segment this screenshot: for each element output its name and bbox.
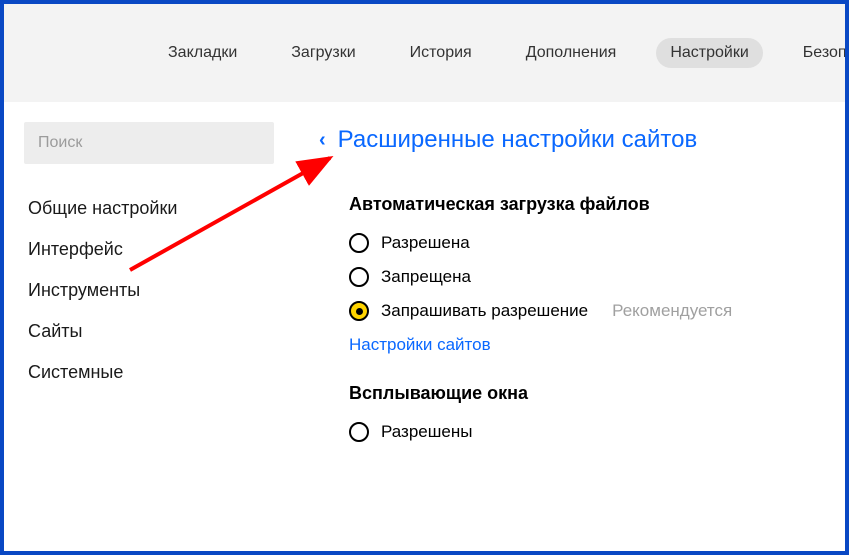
section-auto-download: Автоматическая загрузка файлов Разрешена… [349, 194, 815, 355]
sidebar-item-general[interactable]: Общие настройки [24, 188, 269, 229]
radio-blocked[interactable]: Запрещена [349, 267, 815, 287]
tab-security[interactable]: Безопасность [789, 38, 845, 68]
radio-popups-allowed[interactable]: Разрешены [349, 422, 815, 442]
radio-icon [349, 422, 369, 442]
hint-recommended: Рекомендуется [612, 301, 732, 321]
main-panel: ‹ Расширенные настройки сайтов Автоматич… [289, 102, 845, 551]
search-input[interactable] [24, 122, 274, 164]
sidebar-item-interface[interactable]: Интерфейс [24, 229, 269, 270]
radio-ask[interactable]: Запрашивать разрешение Рекомендуется [349, 301, 815, 321]
app-frame: Закладки Загрузки История Дополнения Нас… [0, 0, 849, 555]
page-title-row: ‹ Расширенные настройки сайтов [319, 126, 815, 154]
radio-icon [349, 267, 369, 287]
sidebar-item-sites[interactable]: Сайты [24, 311, 269, 352]
top-nav: Закладки Загрузки История Дополнения Нас… [4, 4, 845, 102]
section-title-auto-download: Автоматическая загрузка файлов [349, 194, 815, 215]
content-area: Общие настройки Интерфейс Инструменты Са… [4, 102, 845, 551]
radio-icon [349, 301, 369, 321]
section-title-popups: Всплывающие окна [349, 383, 815, 404]
radio-label-allowed: Разрешена [381, 233, 470, 253]
back-chevron-icon[interactable]: ‹ [319, 130, 326, 150]
sidebar-item-system[interactable]: Системные [24, 352, 269, 393]
sidebar-item-tools[interactable]: Инструменты [24, 270, 269, 311]
tab-settings[interactable]: Настройки [656, 38, 762, 68]
radio-label-blocked: Запрещена [381, 267, 471, 287]
sidebar: Общие настройки Интерфейс Инструменты Са… [4, 102, 289, 551]
tab-history[interactable]: История [396, 38, 486, 68]
radio-icon [349, 233, 369, 253]
radio-allowed[interactable]: Разрешена [349, 233, 815, 253]
page-title: Расширенные настройки сайтов [338, 126, 698, 154]
radio-label-popups-allowed: Разрешены [381, 422, 472, 442]
tab-bookmarks[interactable]: Закладки [154, 38, 251, 68]
link-site-settings[interactable]: Настройки сайтов [349, 335, 815, 355]
radio-label-ask: Запрашивать разрешение [381, 301, 588, 321]
tab-downloads[interactable]: Загрузки [277, 38, 369, 68]
section-popups: Всплывающие окна Разрешены [349, 383, 815, 442]
tab-addons[interactable]: Дополнения [512, 38, 631, 68]
